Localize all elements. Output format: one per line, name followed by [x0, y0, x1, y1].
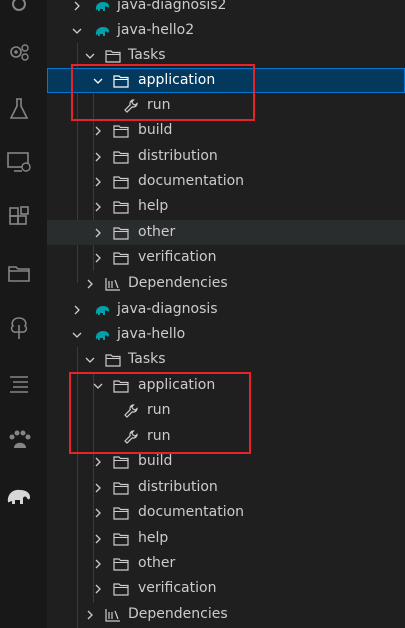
library-icon — [104, 271, 122, 296]
task-group-label: build — [138, 122, 173, 138]
task-group-label: verification — [138, 580, 217, 596]
folder-icon — [112, 526, 130, 551]
task-group-row[interactable]: distribution — [47, 144, 405, 169]
chevron-right-icon[interactable] — [70, 0, 84, 18]
chevron-right-icon[interactable] — [91, 144, 105, 169]
task-group-label: verification — [138, 249, 217, 265]
tree-icon[interactable] — [5, 314, 33, 342]
folder-icon — [112, 576, 130, 601]
settings-gear-icon[interactable] — [5, 38, 33, 66]
folder-icon — [104, 347, 122, 372]
remote-explorer-icon[interactable] — [5, 148, 33, 176]
project-row[interactable]: java-hello — [47, 322, 405, 347]
chevron-right-icon[interactable] — [91, 169, 105, 194]
settings-gear-icon[interactable] — [5, 0, 33, 18]
task-group-label: distribution — [138, 148, 218, 164]
annotation-box — [69, 372, 251, 454]
folder-icon — [112, 144, 130, 169]
task-group-label: documentation — [138, 173, 245, 189]
beaker-test-icon[interactable] — [5, 95, 33, 123]
annotation-box — [71, 64, 255, 121]
chevron-right-icon[interactable] — [83, 602, 97, 627]
folder-icon — [112, 118, 130, 143]
task-group-row[interactable]: other — [47, 220, 405, 245]
folder-icon — [112, 169, 130, 194]
chevron-down-icon[interactable] — [70, 322, 84, 347]
folder-icon — [112, 245, 130, 270]
task-group-label: other — [138, 555, 176, 571]
paw-icon[interactable] — [5, 426, 33, 454]
project-label: java-diagnosis — [117, 301, 218, 317]
folder-icon — [112, 220, 130, 245]
task-group-label: documentation — [138, 504, 245, 520]
task-group-label: help — [138, 198, 169, 214]
folder-icon — [112, 500, 130, 525]
task-group-label: help — [138, 530, 169, 546]
chevron-right-icon[interactable] — [70, 297, 84, 322]
folder-icon — [112, 194, 130, 219]
task-group-label: distribution — [138, 479, 218, 495]
chevron-right-icon[interactable] — [91, 500, 105, 525]
chevron-right-icon[interactable] — [91, 194, 105, 219]
task-group-row[interactable]: help — [47, 526, 405, 551]
chevron-right-icon[interactable] — [83, 271, 97, 296]
project-label: java-hello — [117, 326, 186, 342]
chevron-right-icon[interactable] — [91, 220, 105, 245]
task-group-row[interactable]: verification — [47, 245, 405, 270]
gradle-project-icon — [93, 297, 111, 322]
project-row[interactable]: java-diagnosis2 — [47, 0, 405, 18]
chevron-down-icon[interactable] — [83, 347, 97, 372]
outline-icon[interactable] — [5, 370, 33, 398]
tasks-label: Tasks — [128, 351, 166, 367]
gradle-elephant-icon[interactable] — [5, 482, 33, 510]
task-group-row[interactable]: documentation — [47, 169, 405, 194]
chevron-down-icon[interactable] — [70, 18, 84, 43]
gradle-project-icon — [93, 18, 111, 43]
chevron-right-icon[interactable] — [91, 245, 105, 270]
dependencies-row[interactable]: Dependencies — [47, 271, 405, 296]
project-row[interactable]: java-hello2 — [47, 18, 405, 43]
dependencies-label: Dependencies — [128, 606, 228, 622]
extensions-icon[interactable] — [5, 203, 33, 231]
chevron-right-icon[interactable] — [91, 551, 105, 576]
task-group-row[interactable]: documentation — [47, 500, 405, 525]
dependencies-label: Dependencies — [128, 275, 228, 291]
task-group-row[interactable]: help — [47, 194, 405, 219]
library-icon — [104, 602, 122, 627]
dependencies-row[interactable]: Dependencies — [47, 602, 405, 627]
chevron-right-icon[interactable] — [91, 526, 105, 551]
folder-icon — [112, 551, 130, 576]
folder-icon[interactable] — [5, 259, 33, 287]
project-label: java-hello2 — [117, 22, 195, 38]
project-label: java-diagnosis2 — [117, 0, 227, 13]
tasks-row[interactable]: Tasks — [47, 347, 405, 372]
task-group-row[interactable]: verification — [47, 576, 405, 601]
chevron-right-icon[interactable] — [91, 576, 105, 601]
folder-icon — [112, 475, 130, 500]
task-group-row[interactable]: distribution — [47, 475, 405, 500]
gradle-project-icon — [93, 0, 111, 18]
task-group-label: other — [138, 224, 176, 240]
activity-bar — [0, 0, 47, 628]
chevron-right-icon[interactable] — [91, 118, 105, 143]
project-row[interactable]: java-diagnosis — [47, 297, 405, 322]
chevron-right-icon[interactable] — [91, 475, 105, 500]
task-group-row[interactable]: other — [47, 551, 405, 576]
task-group-row[interactable]: build — [47, 118, 405, 143]
gradle-project-icon — [93, 322, 111, 347]
